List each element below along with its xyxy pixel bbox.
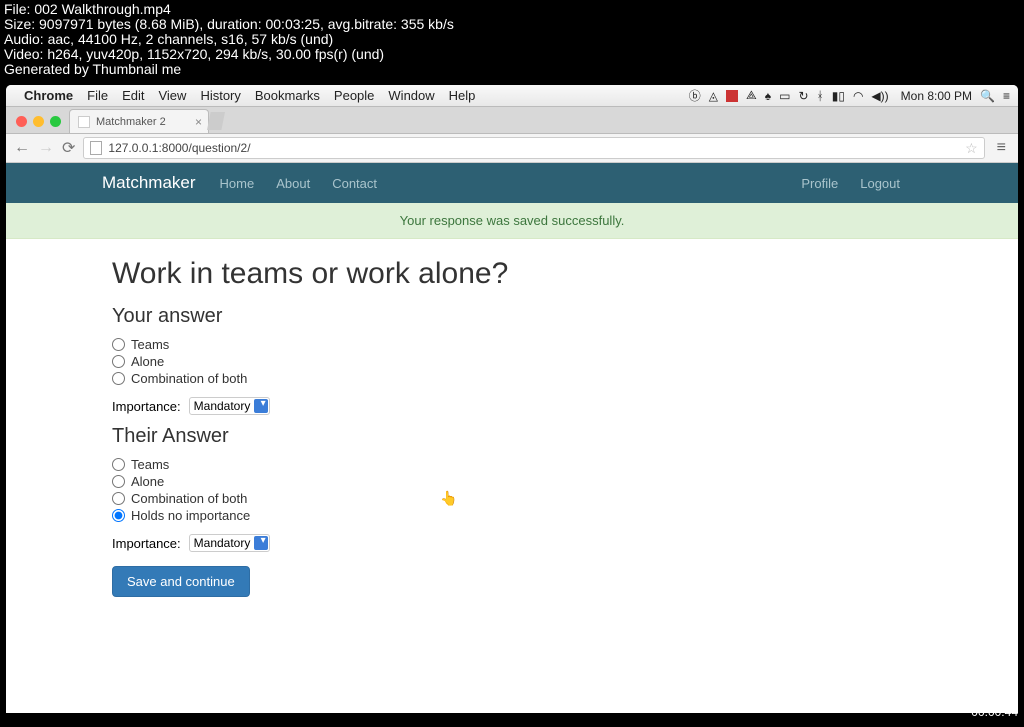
clock[interactable]: Mon 8:00 PM xyxy=(901,89,972,103)
spotlight-icon[interactable]: 🔍 xyxy=(980,89,995,103)
radio-option[interactable]: Combination of both xyxy=(112,490,912,507)
volume-icon[interactable]: ◀)) xyxy=(871,89,888,103)
cloud-icon[interactable]: ◬ xyxy=(709,89,718,103)
menubar-item[interactable]: File xyxy=(87,88,108,103)
tab-close-icon[interactable]: × xyxy=(195,115,202,129)
video-overlay-text: File: 002 Walkthrough.mp4 Size: 9097971 … xyxy=(4,2,454,77)
menubar-item[interactable]: History xyxy=(200,88,240,103)
radio-option[interactable]: Holds no importance xyxy=(112,507,912,524)
display-icon[interactable]: ▭ xyxy=(779,89,790,103)
radio-option[interactable]: Alone xyxy=(112,473,912,490)
video-timestamp: 00:00:44 xyxy=(971,705,1018,719)
radio-input[interactable] xyxy=(112,458,125,471)
mac-window: Chrome File Edit View History Bookmarks … xyxy=(6,85,1018,713)
menubar-item[interactable]: People xyxy=(334,88,374,103)
radio-option[interactable]: Alone xyxy=(112,353,912,370)
radio-label: Holds no importance xyxy=(131,508,250,523)
save-continue-button[interactable]: Save and continue xyxy=(112,566,250,597)
radio-option[interactable]: Teams xyxy=(112,336,912,353)
menubar-item[interactable]: Help xyxy=(449,88,476,103)
chrome-toolbar: ← → ⟳ 127.0.0.1:8000/question/2/ ☆ ≡ xyxy=(6,133,1018,163)
nav-logout[interactable]: Logout xyxy=(860,176,900,191)
radio-label: Alone xyxy=(131,354,164,369)
recording-icon[interactable] xyxy=(726,90,738,102)
radio-label: Teams xyxy=(131,337,169,352)
question-title: Work in teams or work alone? xyxy=(112,257,912,291)
their-importance-select[interactable]: Mandatory xyxy=(189,534,270,552)
radio-input[interactable] xyxy=(112,338,125,351)
bluetooth-icon[interactable]: ᚼ xyxy=(817,89,824,103)
maximize-window[interactable] xyxy=(50,116,61,127)
bookmark-star-icon[interactable]: ☆ xyxy=(965,140,978,157)
nav-profile[interactable]: Profile xyxy=(801,176,838,191)
radio-label: Combination of both xyxy=(131,371,247,386)
page-content: Matchmaker Home About Contact Profile Lo… xyxy=(6,163,1018,713)
radio-input[interactable] xyxy=(112,475,125,488)
nav-home[interactable]: Home xyxy=(220,176,255,191)
nav-contact[interactable]: Contact xyxy=(332,176,377,191)
back-button[interactable]: ← xyxy=(14,139,30,157)
forward-button: → xyxy=(38,139,54,157)
chrome-tabbar: Matchmaker 2 × xyxy=(6,107,1018,133)
notification-icon[interactable]: ♠ xyxy=(765,89,771,103)
tab-title: Matchmaker 2 xyxy=(96,116,166,128)
nav-about[interactable]: About xyxy=(276,176,310,191)
wifi-icon[interactable]: ◠ xyxy=(853,89,863,103)
status-icons: ⓑ ◬ ⟁ ♠ ▭ ↻ ᚼ ▮▯ ◠ ◀)) Mon 8:00 PM 🔍 ≡ xyxy=(689,87,1010,104)
radio-label: Combination of both xyxy=(131,491,247,506)
dropbox-icon[interactable]: ⟁ xyxy=(746,88,757,103)
radio-option[interactable]: Teams xyxy=(112,456,912,473)
success-alert: Your response was saved successfully. xyxy=(6,203,1018,239)
menubar-item[interactable]: Window xyxy=(388,88,434,103)
radio-input[interactable] xyxy=(112,492,125,505)
importance-label: Importance: xyxy=(112,536,181,551)
minimize-window[interactable] xyxy=(33,116,44,127)
site-navbar: Matchmaker Home About Contact Profile Lo… xyxy=(6,163,1018,203)
radio-label: Alone xyxy=(131,474,164,489)
notifications-icon[interactable]: ≡ xyxy=(1003,89,1010,103)
radio-input[interactable] xyxy=(112,355,125,368)
battery-icon[interactable]: ▮▯ xyxy=(832,89,845,103)
radio-option[interactable]: Combination of both xyxy=(112,370,912,387)
menubar-item[interactable]: Edit xyxy=(122,88,144,103)
radio-input[interactable] xyxy=(112,372,125,385)
close-window[interactable] xyxy=(16,116,27,127)
reload-button[interactable]: ⟳ xyxy=(62,138,75,158)
your-importance-select[interactable]: Mandatory xyxy=(189,397,270,415)
mac-menubar: Chrome File Edit View History Bookmarks … xyxy=(6,85,1018,107)
new-tab-button[interactable] xyxy=(207,112,225,130)
radio-input[interactable] xyxy=(112,509,125,522)
menubar-item[interactable]: View xyxy=(158,88,186,103)
address-bar[interactable]: 127.0.0.1:8000/question/2/ ☆ xyxy=(83,137,984,159)
browser-tab[interactable]: Matchmaker 2 × xyxy=(69,109,209,133)
your-answer-heading: Your answer xyxy=(112,305,912,328)
chrome-menu-icon[interactable]: ≡ xyxy=(993,139,1010,157)
their-answer-heading: Their Answer xyxy=(112,425,912,448)
page-icon xyxy=(90,141,102,155)
brand[interactable]: Matchmaker xyxy=(102,173,196,193)
menubar-item[interactable]: Bookmarks xyxy=(255,88,320,103)
url-text: 127.0.0.1:8000/question/2/ xyxy=(108,141,250,155)
favicon-icon xyxy=(78,116,90,128)
window-controls xyxy=(12,116,69,133)
beats-icon[interactable]: ⓑ xyxy=(689,87,701,104)
menubar-app[interactable]: Chrome xyxy=(24,88,73,103)
importance-label: Importance: xyxy=(112,399,181,414)
sync-icon[interactable]: ↻ xyxy=(798,89,808,103)
radio-label: Teams xyxy=(131,457,169,472)
